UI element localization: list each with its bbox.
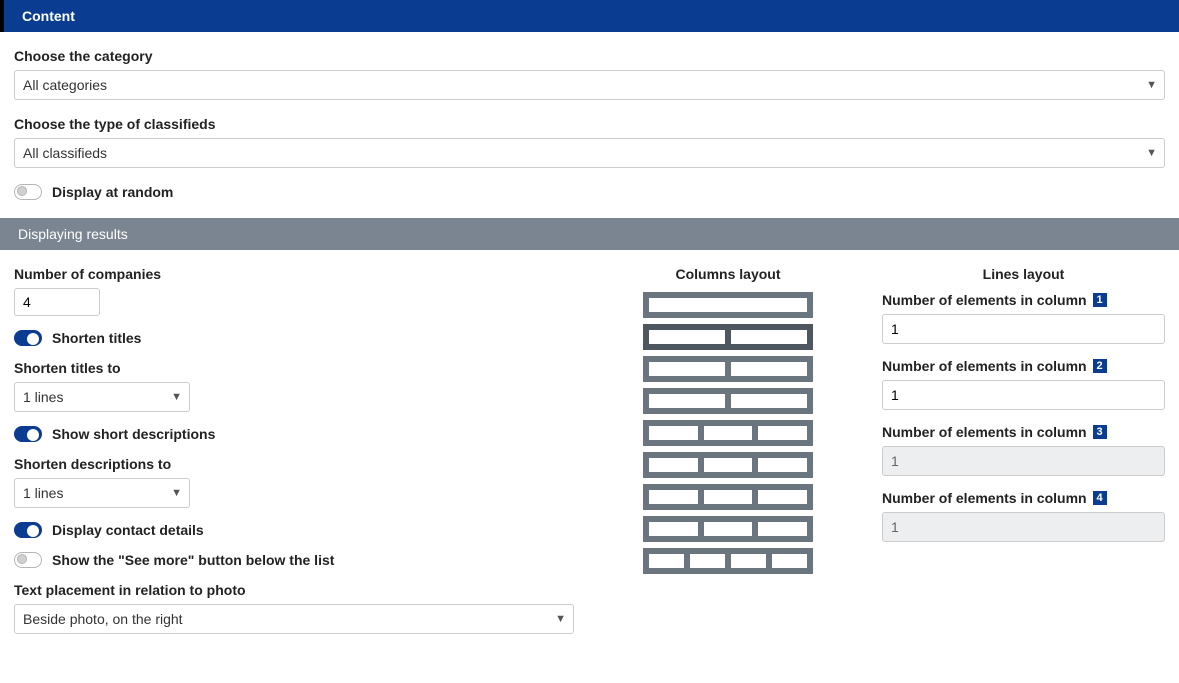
column-number-badge: 1 <box>1093 293 1107 307</box>
shorten-titles-to-select[interactable]: 1 lines <box>14 382 190 412</box>
lines-layout-label: Number of elements in column 2 <box>882 358 1165 374</box>
content-section-title: Content <box>22 8 75 24</box>
lines-layout-fields: Number of elements in column1Number of e… <box>882 292 1165 542</box>
columns-layout-option[interactable] <box>643 388 813 414</box>
layout-cell <box>704 426 753 440</box>
see-more-toggle[interactable] <box>14 552 42 568</box>
shorten-titles-label: Shorten titles <box>52 330 141 346</box>
layout-cell <box>649 394 725 408</box>
results-section-header: Displaying results <box>0 218 1179 250</box>
lines-layout-label: Number of elements in column 1 <box>882 292 1165 308</box>
layout-cell <box>758 426 807 440</box>
layout-cell <box>731 362 807 376</box>
lines-layout-label-text: Number of elements in column <box>882 292 1087 308</box>
results-left-column: Number of companies Shorten titles Short… <box>14 266 574 648</box>
layout-cell <box>649 298 807 312</box>
layout-cell <box>758 490 807 504</box>
columns-layout-option[interactable] <box>643 548 813 574</box>
columns-layout-title: Columns layout <box>598 266 858 282</box>
columns-layout-option[interactable] <box>643 516 813 542</box>
show-short-desc-label: Show short descriptions <box>52 426 215 442</box>
layout-cell <box>649 554 684 568</box>
lines-layout-input[interactable] <box>882 380 1165 410</box>
shorten-desc-to-label: Shorten descriptions to <box>14 456 574 472</box>
layout-cell <box>649 330 725 344</box>
layout-cell <box>704 458 753 472</box>
columns-layout-option[interactable] <box>643 484 813 510</box>
layout-cell <box>649 426 698 440</box>
category-select[interactable]: All categories <box>14 70 1165 100</box>
show-short-desc-row: Show short descriptions <box>14 426 574 442</box>
layout-cell <box>758 522 807 536</box>
display-random-label: Display at random <box>52 184 173 200</box>
classifieds-type-label: Choose the type of classifieds <box>14 116 1165 132</box>
results-grid: Number of companies Shorten titles Short… <box>0 250 1179 660</box>
lines-layout-title: Lines layout <box>882 266 1165 282</box>
layout-cell <box>731 330 807 344</box>
lines-layout-input <box>882 512 1165 542</box>
layout-cell <box>649 522 698 536</box>
layout-cell <box>704 522 753 536</box>
shorten-titles-to-label: Shorten titles to <box>14 360 574 376</box>
results-section-title: Displaying results <box>18 226 128 242</box>
lines-layout-field: Number of elements in column 2 <box>882 358 1165 410</box>
lines-layout-label: Number of elements in column 3 <box>882 424 1165 440</box>
shorten-titles-row: Shorten titles <box>14 330 574 346</box>
lines-layout-label-text: Number of elements in column <box>882 490 1087 506</box>
layout-cell <box>649 362 725 376</box>
results-center-column: Columns layout <box>598 266 858 574</box>
display-contact-label: Display contact details <box>52 522 204 538</box>
content-section-header: Content <box>0 0 1179 32</box>
layout-cell <box>772 554 807 568</box>
layout-cell <box>649 458 698 472</box>
shorten-titles-to-wrap: 1 lines ▼ <box>14 382 190 412</box>
main-scroll[interactable]: Content Choose the category All categori… <box>0 0 1179 683</box>
show-short-desc-toggle[interactable] <box>14 426 42 442</box>
columns-layout-option[interactable] <box>643 324 813 350</box>
num-companies-input[interactable] <box>14 288 100 316</box>
display-random-toggle[interactable] <box>14 184 42 200</box>
columns-layout-option[interactable] <box>643 452 813 478</box>
display-contact-toggle[interactable] <box>14 522 42 538</box>
classifieds-select-wrap: All classifieds ▼ <box>14 138 1165 168</box>
content-form: Choose the category All categories ▼ Cho… <box>0 32 1179 218</box>
category-select-wrap: All categories ▼ <box>14 70 1165 100</box>
lines-layout-input[interactable] <box>882 314 1165 344</box>
lines-layout-label-text: Number of elements in column <box>882 424 1087 440</box>
results-right-column: Lines layout Number of elements in colum… <box>882 266 1165 556</box>
layout-cell <box>758 458 807 472</box>
columns-layout-option[interactable] <box>643 420 813 446</box>
see-more-label: Show the "See more" button below the lis… <box>52 552 334 568</box>
text-placement-wrap: Beside photo, on the right ▼ <box>14 604 574 634</box>
lines-layout-label-text: Number of elements in column <box>882 358 1087 374</box>
shorten-desc-to-wrap: 1 lines ▼ <box>14 478 190 508</box>
lines-layout-input <box>882 446 1165 476</box>
layout-cell <box>731 394 807 408</box>
classifieds-type-select[interactable]: All classifieds <box>14 138 1165 168</box>
see-more-row: Show the "See more" button below the lis… <box>14 552 574 568</box>
display-random-row: Display at random <box>14 184 1165 200</box>
shorten-titles-toggle[interactable] <box>14 330 42 346</box>
category-label: Choose the category <box>14 48 1165 64</box>
lines-layout-field: Number of elements in column 1 <box>882 292 1165 344</box>
layout-cell <box>731 554 766 568</box>
lines-layout-label: Number of elements in column 4 <box>882 490 1165 506</box>
columns-layout-option[interactable] <box>643 292 813 318</box>
text-placement-select[interactable]: Beside photo, on the right <box>14 604 574 634</box>
layout-cell <box>649 490 698 504</box>
column-number-badge: 2 <box>1093 359 1107 373</box>
column-number-badge: 4 <box>1093 491 1107 505</box>
lines-layout-field: Number of elements in column 3 <box>882 424 1165 476</box>
layout-cell <box>704 490 753 504</box>
lines-layout-field: Number of elements in column 4 <box>882 490 1165 542</box>
column-number-badge: 3 <box>1093 425 1107 439</box>
display-contact-row: Display contact details <box>14 522 574 538</box>
text-placement-label: Text placement in relation to photo <box>14 582 574 598</box>
layout-cell <box>690 554 725 568</box>
columns-layout-options <box>643 292 813 574</box>
shorten-desc-to-select[interactable]: 1 lines <box>14 478 190 508</box>
columns-layout-option[interactable] <box>643 356 813 382</box>
num-companies-label: Number of companies <box>14 266 574 282</box>
